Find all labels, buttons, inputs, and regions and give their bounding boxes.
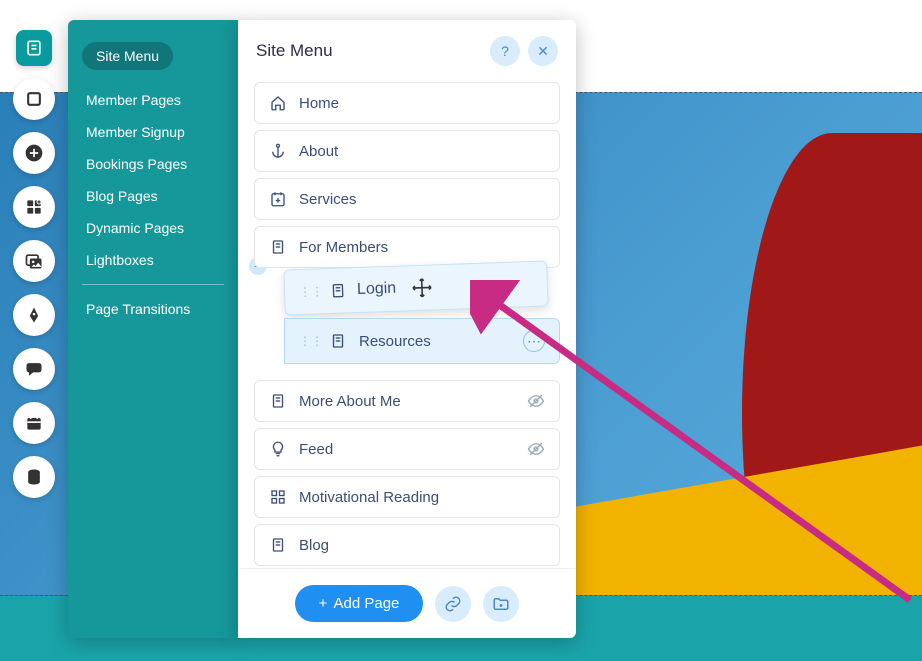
page-icon <box>269 392 287 410</box>
page-label: Services <box>299 191 545 208</box>
media-tool-icon[interactable] <box>13 240 55 282</box>
page-label: Blog <box>299 537 545 554</box>
sidebar-item-member-pages[interactable]: Member Pages <box>82 84 224 116</box>
page-row-for-members[interactable]: For Members <box>254 226 560 268</box>
page-row-resources[interactable]: ⋮⋮ Resources ⋯ <box>284 318 560 364</box>
page-row-services[interactable]: Services <box>254 178 560 220</box>
chat-tool-icon[interactable] <box>13 348 55 390</box>
page-label: Motivational Reading <box>299 489 545 506</box>
sidebar-item-blog-pages[interactable]: Blog Pages <box>82 180 224 212</box>
page-row-home[interactable]: Home <box>254 82 560 124</box>
page-label: For Members <box>299 239 545 256</box>
page-row-about[interactable]: About <box>254 130 560 172</box>
site-menu-panel: Site Menu ? ✕ − Home About Services For … <box>238 20 576 638</box>
page-label: About <box>299 143 545 160</box>
add-page-button[interactable]: + Add Page <box>295 585 424 622</box>
grid-icon <box>269 488 287 506</box>
page-row-more-about-me[interactable]: More About Me <box>254 380 560 422</box>
page-row-motivational[interactable]: Motivational Reading <box>254 476 560 518</box>
help-icon[interactable]: ? <box>490 36 520 66</box>
divider <box>82 284 224 285</box>
home-icon <box>269 94 287 112</box>
page-label: More About Me <box>299 393 527 410</box>
page-label: Home <box>299 95 545 112</box>
sidebar-item-dynamic-pages[interactable]: Dynamic Pages <box>82 212 224 244</box>
panel-header: Site Menu ? ✕ <box>238 20 576 82</box>
anchor-icon <box>269 142 287 160</box>
pages-tool-icon[interactable] <box>16 30 52 66</box>
folder-icon[interactable] <box>483 586 519 622</box>
link-icon[interactable] <box>435 586 471 622</box>
page-label: Resources <box>359 333 523 350</box>
events-tool-icon[interactable] <box>13 402 55 444</box>
background-tool-icon[interactable] <box>13 78 55 120</box>
page-icon <box>269 536 287 554</box>
hidden-icon <box>527 392 545 410</box>
plus-icon: + <box>319 595 332 612</box>
page-icon <box>269 238 287 256</box>
add-page-label: Add Page <box>334 595 400 612</box>
panel-footer: + Add Page <box>238 568 576 638</box>
bulb-icon <box>269 440 287 458</box>
drop-placeholder <box>254 274 560 318</box>
page-row-blog[interactable]: Blog <box>254 524 560 566</box>
add-tool-icon[interactable] <box>13 132 55 174</box>
hidden-icon <box>527 440 545 458</box>
close-icon[interactable]: ✕ <box>528 36 558 66</box>
page-label: Feed <box>299 441 527 458</box>
categories-panel: Site Menu Member Pages Member Signup Boo… <box>68 20 238 638</box>
apps-tool-icon[interactable] <box>13 186 55 228</box>
calendar-icon <box>269 190 287 208</box>
sidebar-item-page-transitions[interactable]: Page Transitions <box>82 293 224 325</box>
tool-rail <box>10 30 58 498</box>
sidebar-item-site-menu[interactable]: Site Menu <box>82 42 173 70</box>
pen-tool-icon[interactable] <box>13 294 55 336</box>
sidebar-item-lightboxes[interactable]: Lightboxes <box>82 244 224 276</box>
more-actions-icon[interactable]: ⋯ <box>523 330 545 352</box>
page-row-feed[interactable]: Feed <box>254 428 560 470</box>
data-tool-icon[interactable] <box>13 456 55 498</box>
pages-list: − Home About Services For Members ⋮⋮ Log… <box>238 82 576 568</box>
panel-title: Site Menu <box>256 41 482 61</box>
drag-handle-icon[interactable]: ⋮⋮ <box>299 334 323 348</box>
sidebar-item-member-signup[interactable]: Member Signup <box>82 116 224 148</box>
hero-decor <box>551 441 922 596</box>
sidebar-item-bookings-pages[interactable]: Bookings Pages <box>82 148 224 180</box>
page-icon <box>329 332 347 350</box>
